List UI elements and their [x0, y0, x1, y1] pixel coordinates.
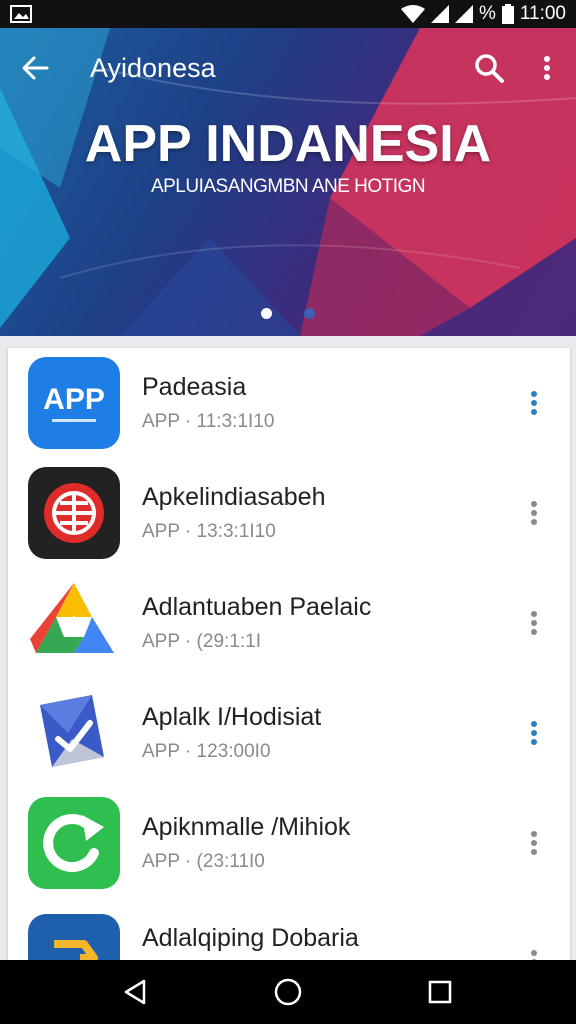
item-menu-button[interactable] — [520, 713, 548, 753]
app-name: Padeasia — [142, 373, 247, 401]
app-name: Apiknmalle /Mihiok — [142, 813, 351, 841]
app-badge-icon: APP — [28, 357, 120, 449]
circle-home-icon — [274, 978, 302, 1006]
arrow-badge-icon — [28, 914, 120, 960]
square-recents-icon — [428, 980, 452, 1004]
list-item[interactable]: Apkelindiasabeh APP · 13:3:1I10 — [8, 458, 570, 568]
list-item[interactable]: Adlantuaben Paelaic APP · (29:1:1I — [8, 568, 570, 678]
hero-banner[interactable]: Ayidonesa APP INDANESIA APLUIASANGMBN AN… — [0, 28, 576, 336]
more-vert-icon — [531, 950, 537, 960]
wifi-icon — [400, 5, 425, 23]
item-menu-button[interactable] — [520, 823, 548, 863]
tri-color-a-icon — [28, 577, 120, 669]
app-meta: APP · 13:3:1I10 — [142, 521, 276, 542]
list-item[interactable]: Apiknmalle /Mihiok APP · (23:11I0 — [8, 788, 570, 898]
app-name: Aplalk I/Hodisiat — [142, 703, 322, 731]
screen: % 11:00 Ayidonesa APP INDANESIA APLUIASA… — [0, 0, 576, 1024]
globe-target-icon — [28, 467, 120, 559]
carousel-dot[interactable] — [304, 308, 315, 319]
app-meta: APP · 11:3:1I10 — [142, 411, 275, 432]
refresh-icon — [28, 797, 120, 889]
app-bar: Ayidonesa — [0, 28, 576, 108]
nav-home-button[interactable] — [258, 962, 318, 1022]
more-vert-icon — [544, 56, 550, 80]
item-menu-button[interactable] — [520, 603, 548, 643]
app-meta: APP · (29:1:1I — [142, 631, 261, 652]
battery-icon — [501, 4, 514, 24]
app-text: Apiknmalle /Mihiok APP · (23:11I0 — [142, 813, 350, 873]
page-title: Ayidonesa — [90, 52, 216, 83]
app-text: Padeasia APP · 11:3:1I10 — [142, 373, 274, 433]
status-bar: % 11:00 — [0, 0, 576, 28]
gallery-icon — [10, 5, 32, 23]
back-button[interactable] — [0, 28, 70, 108]
banner-subtitle: APLUIASANGMBN ANE HOTIGN — [150, 176, 426, 197]
overflow-menu-button[interactable] — [518, 28, 576, 108]
search-icon — [475, 54, 504, 83]
app-text: Aplalk I/Hodisiat APP · 123:00I0 — [142, 703, 321, 763]
app-text: Adlantuaben Paelaic APP · (29:1:1I — [142, 593, 371, 653]
signal-icon — [430, 5, 449, 23]
clock: 11:00 — [519, 3, 566, 24]
app-icon-label: APP — [43, 383, 105, 416]
navigation-bar — [0, 960, 576, 1024]
more-vert-icon — [531, 721, 537, 745]
nav-recents-button[interactable] — [410, 962, 470, 1022]
app-name: Adlantuaben Paelaic — [142, 593, 372, 621]
list-item[interactable]: Aplalk I/Hodisiat APP · 123:00I0 — [8, 678, 570, 788]
search-button[interactable] — [460, 28, 518, 108]
battery-percent: % — [478, 3, 496, 24]
item-menu-button[interactable] — [520, 493, 548, 533]
app-meta: APP · (23:11I0 — [142, 851, 265, 872]
status-icons: % 11:00 — [400, 3, 566, 25]
app-name: Adlalqiping Dobaria — [142, 924, 359, 952]
more-vert-icon — [531, 831, 537, 855]
list-item[interactable]: Adlalqiping Dobaria — [8, 898, 570, 960]
app-meta: APP · 123:00I0 — [142, 741, 271, 762]
carousel-indicator — [0, 308, 576, 319]
app-name: Apkelindiasabeh — [142, 483, 326, 511]
banner-title: APP INDANESIA — [84, 115, 492, 173]
signal-icon-2 — [454, 5, 473, 23]
list-item[interactable]: APP Padeasia APP · 11:3:1I10 — [8, 348, 570, 458]
app-text: Apkelindiasabeh APP · 13:3:1I10 — [142, 483, 325, 543]
app-list: APP Padeasia APP · 11:3:1I10 Apkelindias… — [8, 348, 570, 960]
item-menu-button[interactable] — [520, 942, 548, 960]
check-envelope-icon — [28, 687, 120, 779]
more-vert-icon — [531, 611, 537, 635]
item-menu-button[interactable] — [520, 383, 548, 423]
triangle-back-icon — [124, 979, 146, 1005]
nav-back-button[interactable] — [106, 962, 166, 1022]
more-vert-icon — [531, 501, 537, 525]
carousel-dot-active[interactable] — [261, 308, 272, 319]
arrow-left-icon — [22, 56, 49, 80]
app-text: Adlalqiping Dobaria — [142, 924, 359, 960]
more-vert-icon — [531, 391, 537, 415]
